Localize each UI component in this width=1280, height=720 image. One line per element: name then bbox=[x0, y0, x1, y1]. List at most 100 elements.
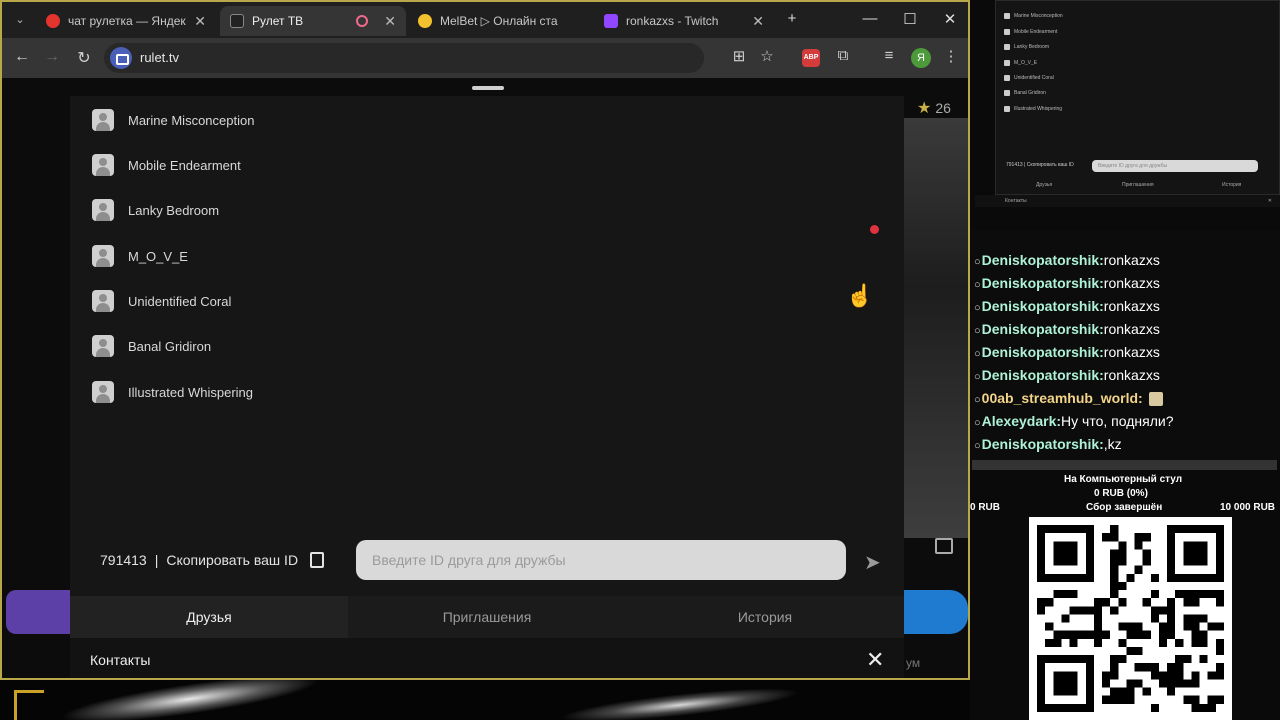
contact-item[interactable]: Lanky Bedroom bbox=[92, 198, 219, 222]
id-separator: | bbox=[154, 552, 159, 568]
chat-message: 00ab_streamhub_world: bbox=[974, 390, 1163, 407]
chat-text: ronkazxs bbox=[1103, 275, 1160, 291]
chat-nick: Deniskopatorshik: bbox=[981, 367, 1104, 383]
contact-item[interactable]: Banal Gridiron bbox=[92, 334, 211, 358]
tab-friends[interactable]: Друзья bbox=[70, 596, 348, 638]
melbet-favicon-icon bbox=[418, 14, 432, 28]
profile-avatar[interactable]: Я bbox=[911, 48, 931, 68]
tab-title: чат рулетка — Яндекс: на bbox=[68, 14, 186, 28]
chat-message: Deniskopatorshik:ronkazxs bbox=[974, 367, 1160, 383]
mini-contacts-preview: Marine Misconception Mobile Endearment L… bbox=[995, 0, 1280, 195]
logo-corner-icon bbox=[14, 690, 44, 720]
recording-icon bbox=[356, 15, 368, 27]
contact-name: Illustrated Whispering bbox=[128, 384, 253, 400]
tab-invitations[interactable]: Приглашения bbox=[348, 596, 626, 638]
media-controls-icon[interactable]: ≡ bbox=[878, 47, 900, 64]
minimize-icon[interactable]: — bbox=[860, 10, 880, 27]
address-bar-row: ← → ↻ rulet.tv ⊞ ☆ ABP ⧉ ≡ Я ⋮ bbox=[2, 38, 968, 78]
bookmark-star-icon[interactable]: ☆ bbox=[756, 47, 778, 65]
user-avatar-icon bbox=[92, 335, 114, 357]
forward-arrow-icon[interactable]: → bbox=[42, 48, 62, 66]
copy-icon[interactable] bbox=[310, 552, 325, 568]
chat-toolbar bbox=[972, 460, 1277, 470]
goal-max: 10 000 RUB bbox=[1220, 502, 1276, 513]
mini-tab: Друзья bbox=[1036, 182, 1053, 188]
tab-history[interactable]: История bbox=[626, 596, 904, 638]
close-contacts-icon[interactable]: ✕ bbox=[866, 647, 884, 673]
tab-rulet[interactable]: Рулет ТВ ✕ bbox=[220, 6, 406, 36]
friend-id-input[interactable] bbox=[356, 540, 846, 580]
tab-title: Рулет ТВ bbox=[252, 14, 304, 28]
mini-id-text: 791413 | Скопировать ваш ID bbox=[1006, 162, 1074, 168]
chat-text: ronkazxs bbox=[1103, 252, 1160, 268]
mini-contact-name: M_O_V_E bbox=[1014, 60, 1038, 66]
install-app-icon[interactable]: ⊞ bbox=[728, 47, 750, 65]
mini-contact-name: Unidentified Coral bbox=[1014, 75, 1054, 81]
user-avatar-icon bbox=[92, 154, 114, 176]
tab-search-icon[interactable]: ⌄ bbox=[10, 10, 30, 30]
contact-name: Lanky Bedroom bbox=[128, 202, 220, 218]
close-tab-icon[interactable]: ✕ bbox=[752, 13, 764, 30]
maximize-icon[interactable]: ☐ bbox=[900, 10, 920, 28]
tab-yandex[interactable]: чат рулетка — Яндекс: на ✕ bbox=[36, 6, 216, 36]
mini-close-icon: ✕ bbox=[1267, 198, 1272, 204]
stream-bottom-video bbox=[0, 680, 970, 720]
chat-nick: Deniskopatorshik: bbox=[981, 275, 1104, 291]
mini-contact: Mobile Endearment bbox=[1004, 29, 1057, 35]
donation-goal: На Компьютерный стул 0 RUB (0%) 0 RUB Сб… bbox=[968, 470, 1280, 518]
contact-item[interactable]: Mobile Endearment bbox=[92, 153, 241, 177]
mini-contact: Unidentified Coral bbox=[1004, 75, 1054, 81]
chat-message: Deniskopatorshik:ronkazxs bbox=[974, 252, 1160, 268]
contacts-tabs: Друзья Приглашения История bbox=[70, 596, 904, 638]
mini-contact: Illustrated Whispering bbox=[1004, 106, 1062, 112]
mini-user-icon bbox=[1004, 44, 1010, 50]
url-bar[interactable]: rulet.tv bbox=[104, 43, 704, 73]
extensions-puzzle-icon[interactable]: ⧉ bbox=[832, 47, 854, 64]
drag-handle[interactable] bbox=[472, 86, 504, 90]
stream-chat: Deniskopatorshik:ronkazxs Deniskopatorsh… bbox=[972, 230, 1280, 462]
contact-item[interactable]: Illustrated Whispering bbox=[92, 380, 253, 404]
user-avatar-icon bbox=[92, 199, 114, 221]
send-icon[interactable]: ➤ bbox=[864, 550, 881, 575]
adblock-icon[interactable]: ABP bbox=[802, 49, 820, 67]
user-avatar-icon bbox=[92, 381, 114, 403]
close-window-icon[interactable]: ✕ bbox=[940, 10, 960, 28]
mini-contact-name: Banal Gridiron bbox=[1014, 90, 1046, 96]
tab-twitch[interactable]: ronkazxs - Twitch ✕ bbox=[594, 6, 774, 36]
close-tab-icon[interactable]: ✕ bbox=[194, 13, 206, 30]
hand-cursor-icon: ☝ bbox=[846, 283, 874, 308]
mini-user-icon bbox=[1004, 75, 1010, 81]
light-streak bbox=[59, 680, 321, 720]
menu-dots-icon[interactable]: ⋮ bbox=[940, 47, 962, 65]
goal-min: 0 RUB bbox=[970, 502, 1001, 513]
chat-message: Deniskopatorshik:ronkazxs bbox=[974, 344, 1160, 360]
gift-icon[interactable] bbox=[935, 538, 953, 554]
reload-icon[interactable]: ↻ bbox=[74, 48, 94, 68]
mini-contact-name: Mobile Endearment bbox=[1014, 29, 1058, 35]
mini-contact-name: Illustrated Whispering bbox=[1014, 106, 1063, 112]
browser-window: ⌄ чат рулетка — Яндекс: на ✕ Рулет ТВ ✕ … bbox=[0, 0, 970, 680]
tab-bar: ⌄ чат рулетка — Яндекс: на ✕ Рулет ТВ ✕ … bbox=[2, 2, 968, 38]
tab-title: ronkazxs - Twitch bbox=[626, 14, 719, 28]
contact-item[interactable]: Unidentified Coral bbox=[92, 289, 231, 313]
chat-text: ronkazxs bbox=[1103, 321, 1160, 337]
goal-title: На Компьютерный стул bbox=[1064, 474, 1183, 485]
contact-item[interactable]: M_O_V_E bbox=[92, 244, 188, 268]
contact-item[interactable]: Marine Misconception bbox=[92, 108, 254, 132]
close-tab-icon[interactable]: ✕ bbox=[384, 13, 396, 30]
mini-contact-name: Lanky Bedroom bbox=[1014, 44, 1050, 50]
chat-text: ronkazxs bbox=[1103, 367, 1160, 383]
page-content: ★ 26 Marine Misconception Mobile Endearme… bbox=[2, 78, 968, 678]
new-tab-plus-icon[interactable]: + bbox=[782, 10, 802, 27]
my-id: 791413 bbox=[100, 552, 147, 568]
back-arrow-icon[interactable]: ← bbox=[12, 48, 32, 66]
star-count: 26 bbox=[935, 100, 951, 116]
contact-name: Banal Gridiron bbox=[128, 338, 212, 354]
right-action-button[interactable] bbox=[902, 590, 968, 634]
my-id-row[interactable]: 791413 | Скопировать ваш ID bbox=[100, 552, 325, 568]
chat-nick: 00ab_streamhub_world: bbox=[981, 390, 1143, 406]
user-avatar-icon bbox=[92, 245, 114, 267]
mini-user-icon bbox=[1004, 90, 1010, 96]
chat-nick: Alexeydark: bbox=[981, 413, 1062, 429]
tab-melbet[interactable]: MelBet ▷ Онлайн ставки bbox=[408, 6, 592, 36]
